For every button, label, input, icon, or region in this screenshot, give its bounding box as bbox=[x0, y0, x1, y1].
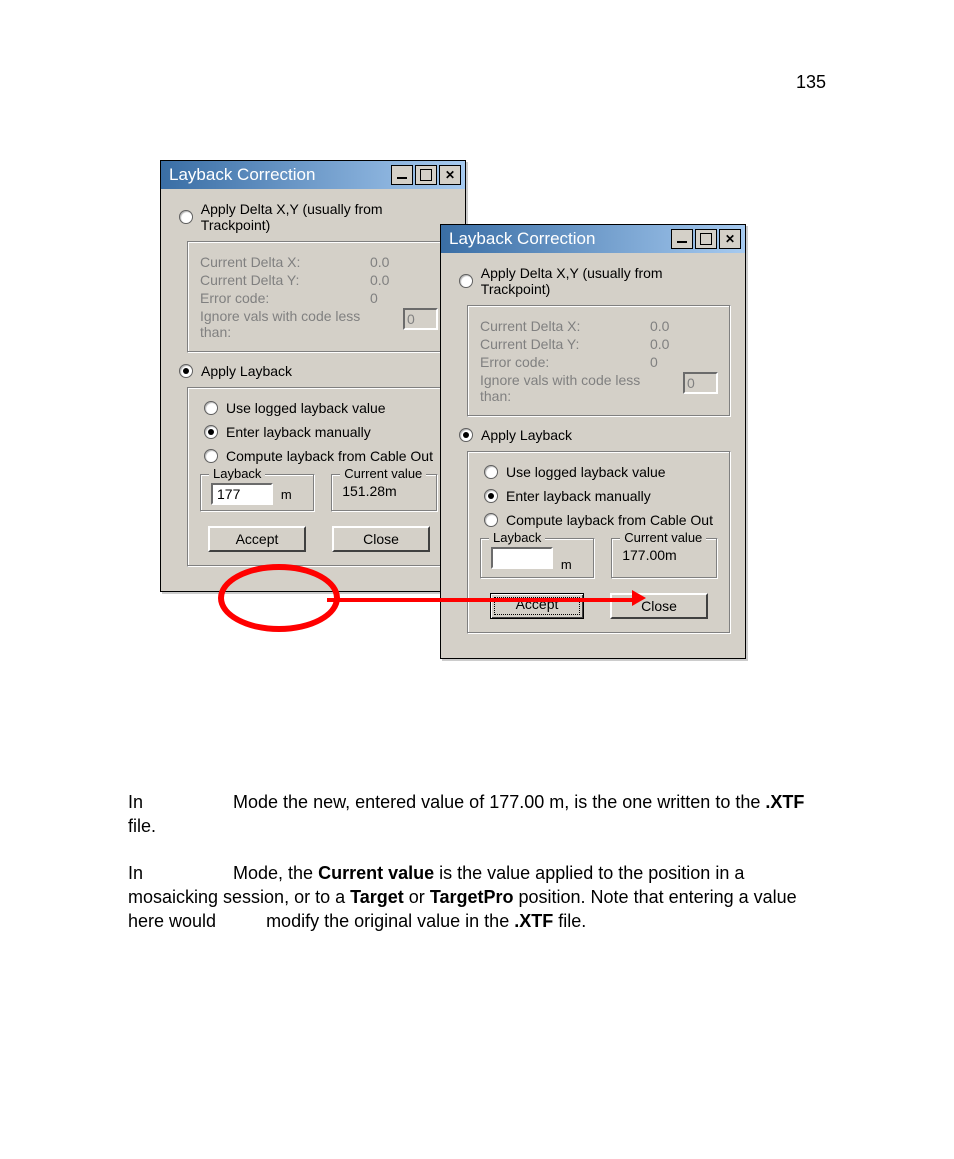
restore-icon bbox=[700, 233, 712, 245]
current-value-text: 151.28m bbox=[342, 483, 396, 499]
radio-use-logged[interactable]: Use logged layback value bbox=[484, 464, 718, 480]
layback-fieldset: Layback 177 m bbox=[200, 474, 315, 512]
minimize-icon bbox=[397, 177, 407, 179]
radio-label: Enter layback manually bbox=[226, 424, 371, 440]
radio-label: Use logged layback value bbox=[226, 400, 386, 416]
delta-x-label: Current Delta X: bbox=[200, 254, 360, 270]
close-button[interactable]: Close bbox=[610, 593, 708, 619]
minimize-icon bbox=[677, 241, 687, 243]
ignore-label: Ignore vals with code less than: bbox=[200, 308, 393, 340]
restore-icon bbox=[420, 169, 432, 181]
annotation-arrow-line bbox=[327, 598, 637, 602]
radio-enter-manually[interactable]: Enter layback manually bbox=[204, 424, 438, 440]
current-value-text: 177.00m bbox=[622, 547, 676, 563]
layback-input[interactable] bbox=[491, 547, 553, 569]
radio-icon bbox=[204, 449, 218, 463]
radio-label: Enter layback manually bbox=[506, 488, 651, 504]
error-code-value: 0 bbox=[650, 354, 658, 370]
fieldset-legend: Layback bbox=[209, 466, 265, 481]
radio-compute-cable[interactable]: Compute layback from Cable Out bbox=[204, 448, 438, 464]
page-number: 135 bbox=[796, 72, 826, 93]
radio-label: Compute layback from Cable Out bbox=[226, 448, 433, 464]
fieldset-legend: Layback bbox=[489, 530, 545, 545]
delta-y-label: Current Delta Y: bbox=[200, 272, 360, 288]
layback-input[interactable]: 177 bbox=[211, 483, 273, 505]
radio-icon bbox=[459, 428, 473, 442]
radio-icon bbox=[484, 465, 498, 479]
body-text: In Mode the new, entered value of 177.00… bbox=[128, 790, 826, 955]
delta-x-value: 0.0 bbox=[370, 254, 389, 270]
close-icon: ✕ bbox=[445, 168, 455, 182]
delta-groupbox: Current Delta X:0.0 Current Delta Y:0.0 … bbox=[467, 305, 731, 417]
error-code-label: Error code: bbox=[480, 354, 640, 370]
current-value-fieldset: Current value 151.28m bbox=[331, 474, 438, 512]
titlebar[interactable]: Layback Correction ✕ bbox=[441, 225, 745, 253]
delta-y-value: 0.0 bbox=[370, 272, 389, 288]
screenshot-figure: Layback Correction ✕ Apply Delta X,Y (us… bbox=[160, 160, 800, 730]
radio-icon bbox=[204, 401, 218, 415]
close-button[interactable]: Close bbox=[332, 526, 430, 552]
close-icon-button[interactable]: ✕ bbox=[439, 165, 461, 185]
annotation-arrow-head bbox=[632, 590, 646, 606]
fieldset-legend: Current value bbox=[620, 530, 706, 545]
layback-dialog-after: Layback Correction ✕ Apply Delta X,Y (us… bbox=[440, 224, 746, 659]
radio-use-logged[interactable]: Use logged layback value bbox=[204, 400, 438, 416]
radio-icon bbox=[484, 489, 498, 503]
minimize-button[interactable] bbox=[391, 165, 413, 185]
layback-groupbox: Use logged layback value Enter layback m… bbox=[187, 387, 451, 567]
radio-icon bbox=[179, 364, 193, 378]
radio-label: Apply Delta X,Y (usually from Trackpoint… bbox=[201, 201, 451, 233]
radio-enter-manually[interactable]: Enter layback manually bbox=[484, 488, 718, 504]
fieldset-legend: Current value bbox=[340, 466, 426, 481]
error-code-value: 0 bbox=[370, 290, 378, 306]
radio-icon bbox=[204, 425, 218, 439]
radio-label: Use logged layback value bbox=[506, 464, 666, 480]
radio-compute-cable[interactable]: Compute layback from Cable Out bbox=[484, 512, 718, 528]
radio-label: Compute layback from Cable Out bbox=[506, 512, 713, 528]
paragraph-2: In Mode, the Current value is the value … bbox=[128, 861, 826, 934]
radio-label: Apply Delta X,Y (usually from Trackpoint… bbox=[481, 265, 731, 297]
delta-x-label: Current Delta X: bbox=[480, 318, 640, 334]
delta-x-value: 0.0 bbox=[650, 318, 669, 334]
current-value-fieldset: Current value 177.00m bbox=[611, 538, 718, 579]
radio-apply-layback[interactable]: Apply Layback bbox=[179, 363, 451, 379]
ignore-threshold-input: 0 bbox=[403, 308, 438, 330]
paragraph-1: In Mode the new, entered value of 177.00… bbox=[128, 790, 826, 839]
minimize-button[interactable] bbox=[671, 229, 693, 249]
radio-label: Apply Layback bbox=[481, 427, 572, 443]
close-icon-button[interactable]: ✕ bbox=[719, 229, 741, 249]
radio-icon bbox=[459, 274, 473, 288]
delta-y-label: Current Delta Y: bbox=[480, 336, 640, 352]
radio-icon bbox=[179, 210, 193, 224]
accept-button[interactable]: Accept bbox=[490, 593, 584, 619]
unit-label: m bbox=[561, 557, 572, 572]
titlebar[interactable]: Layback Correction ✕ bbox=[161, 161, 465, 189]
dialog-title: Layback Correction bbox=[449, 229, 595, 249]
layback-groupbox: Use logged layback value Enter layback m… bbox=[467, 451, 731, 634]
ignore-threshold-input: 0 bbox=[683, 372, 718, 394]
error-code-label: Error code: bbox=[200, 290, 360, 306]
radio-icon bbox=[484, 513, 498, 527]
dialog-title: Layback Correction bbox=[169, 165, 315, 185]
radio-apply-delta[interactable]: Apply Delta X,Y (usually from Trackpoint… bbox=[179, 201, 451, 233]
radio-label: Apply Layback bbox=[201, 363, 292, 379]
restore-button[interactable] bbox=[695, 229, 717, 249]
radio-apply-layback[interactable]: Apply Layback bbox=[459, 427, 731, 443]
layback-fieldset: Layback m bbox=[480, 538, 595, 579]
layback-dialog-before: Layback Correction ✕ Apply Delta X,Y (us… bbox=[160, 160, 466, 592]
accept-button[interactable]: Accept bbox=[208, 526, 306, 552]
radio-apply-delta[interactable]: Apply Delta X,Y (usually from Trackpoint… bbox=[459, 265, 731, 297]
delta-groupbox: Current Delta X:0.0 Current Delta Y:0.0 … bbox=[187, 241, 451, 353]
ignore-label: Ignore vals with code less than: bbox=[480, 372, 673, 404]
unit-label: m bbox=[281, 487, 292, 502]
restore-button[interactable] bbox=[415, 165, 437, 185]
delta-y-value: 0.0 bbox=[650, 336, 669, 352]
close-icon: ✕ bbox=[725, 232, 735, 246]
